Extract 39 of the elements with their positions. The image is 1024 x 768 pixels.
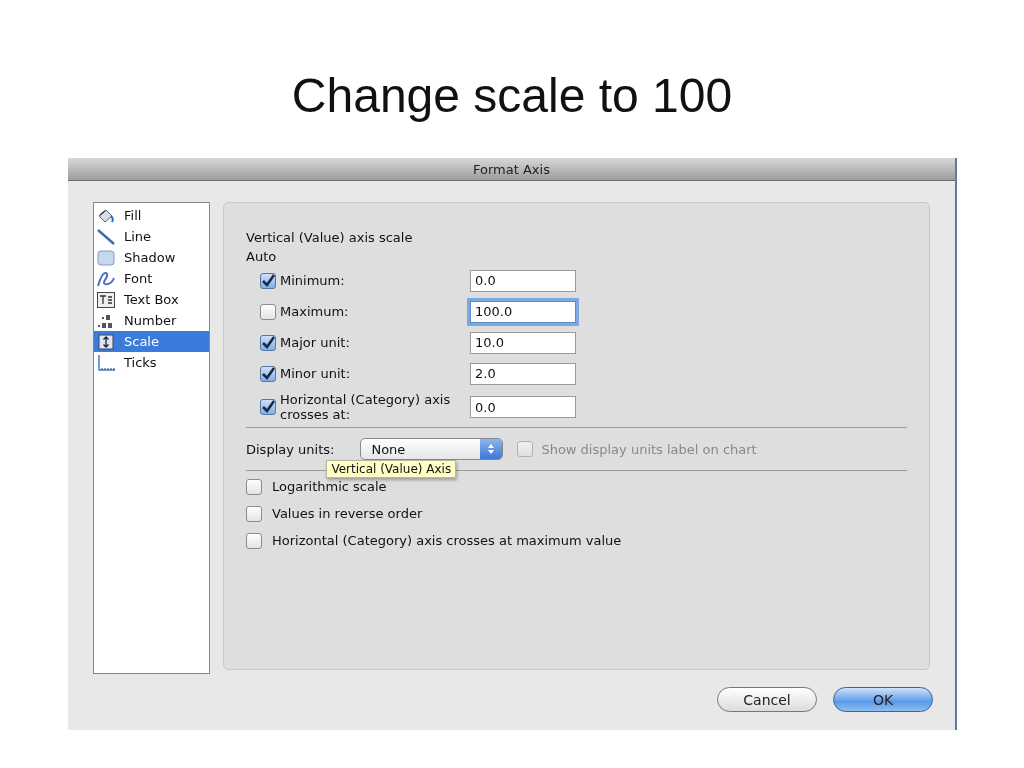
sidebar-item-label: Shadow bbox=[124, 250, 176, 265]
field-label: Minimum: bbox=[280, 273, 346, 288]
auto-label: Auto bbox=[246, 249, 278, 265]
checkbox-label: Logarithmic scale bbox=[272, 479, 387, 494]
sidebar-item-label: Ticks bbox=[124, 355, 157, 370]
display-units-dropdown[interactable]: None bbox=[360, 438, 504, 460]
field-label: Major unit: bbox=[280, 335, 351, 350]
input-field[interactable]: 100.0 bbox=[470, 300, 576, 323]
sidebar-item-label: Text Box bbox=[124, 292, 179, 307]
section-title: Vertical (Value) axis scale bbox=[246, 230, 414, 246]
input-field[interactable]: 10.0 bbox=[470, 331, 576, 354]
input-field[interactable]: 2.0 bbox=[470, 362, 576, 385]
display-units-label: Display units: bbox=[246, 441, 335, 457]
sidebar-item[interactable]: Number bbox=[94, 310, 209, 331]
checkbox-label: Show display units label on chart bbox=[541, 441, 757, 457]
field-label: Minor unit: bbox=[280, 366, 352, 381]
window-title: Format Axis bbox=[473, 161, 550, 177]
cancel-button[interactable]: Cancel bbox=[717, 687, 817, 712]
slide-title: Change scale to 100 bbox=[291, 68, 733, 124]
field-label: Maximum: bbox=[280, 304, 350, 319]
sidebar-item[interactable]: Font bbox=[94, 268, 209, 289]
input-field[interactable]: 0.0 bbox=[470, 269, 576, 292]
input-field[interactable]: 0.0 bbox=[470, 396, 576, 418]
tooltip: Vertical (Value) Axis bbox=[326, 460, 457, 478]
checkbox-label: Values in reverse order bbox=[272, 506, 423, 521]
field-label: Horizontal (Category) axis crosses at: bbox=[280, 392, 452, 422]
sidebar-item[interactable]: Scale bbox=[94, 331, 209, 352]
ok-button[interactable]: OK bbox=[833, 687, 933, 712]
sidebar-item-label: Line bbox=[124, 229, 152, 244]
sidebar-item-label: Scale bbox=[124, 334, 159, 349]
checkbox-label: Horizontal (Category) axis crosses at maximum value bbox=[272, 533, 622, 548]
sidebar-item[interactable]: Text Box bbox=[94, 289, 209, 310]
sidebar-item[interactable]: Ticks bbox=[94, 352, 209, 373]
sidebar-item-label: Number bbox=[124, 313, 177, 328]
sidebar-item[interactable]: Shadow bbox=[94, 247, 209, 268]
sidebar-item[interactable]: Line bbox=[94, 226, 209, 247]
sidebar-item-label: Font bbox=[124, 271, 153, 286]
sidebar-item-label: Fill bbox=[124, 208, 142, 223]
sidebar-item[interactable]: Fill bbox=[94, 205, 209, 226]
